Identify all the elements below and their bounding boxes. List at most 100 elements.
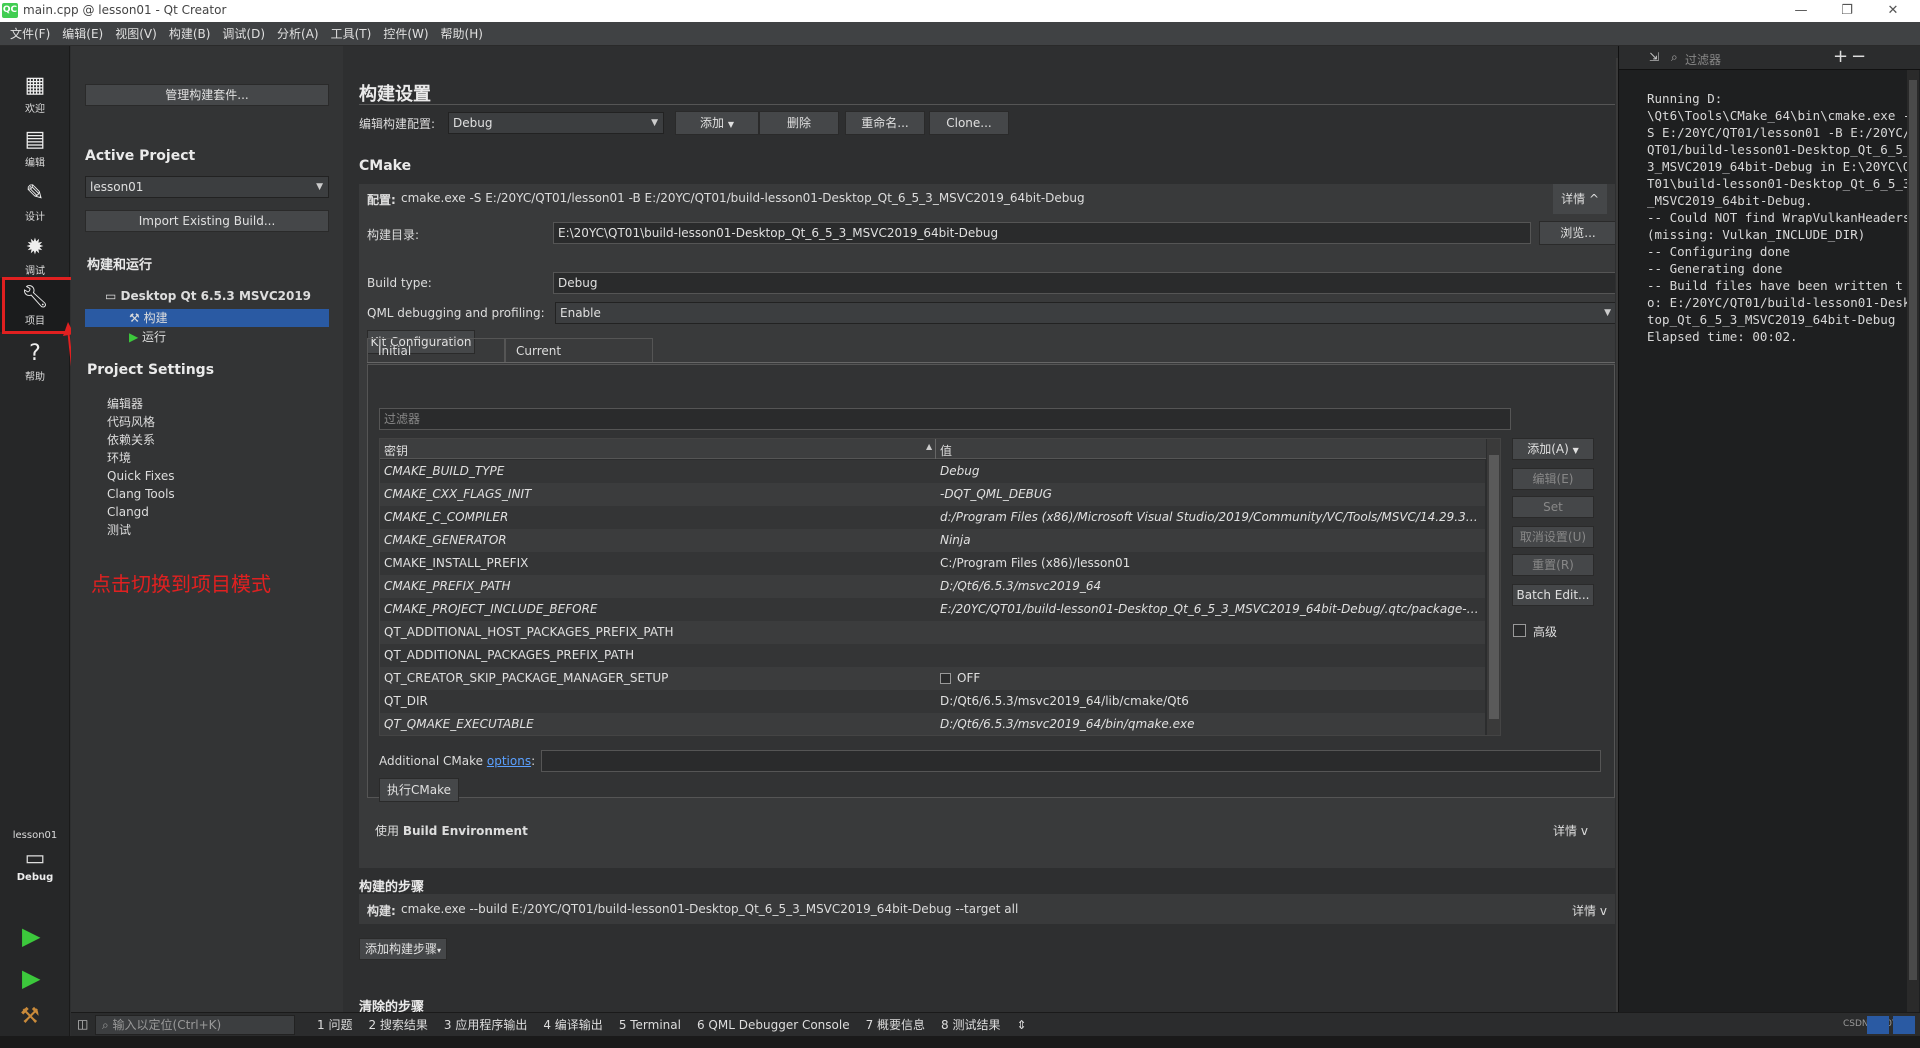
kit-selector[interactable]: ▭ Debug bbox=[0, 846, 70, 900]
clone-config-button[interactable]: Clone... bbox=[929, 111, 1009, 135]
more-tabs-icon[interactable]: ⇕ bbox=[1009, 1013, 1035, 1037]
table-row[interactable]: CMAKE_BUILD_TYPE Debug bbox=[380, 460, 1485, 483]
build-environment-header[interactable]: 使用 Build Environment bbox=[375, 822, 528, 839]
build-dir-input[interactable]: E:\20YC\QT01\build-lesson01-Desktop_Qt_6… bbox=[553, 222, 1531, 244]
menu-file[interactable]: 文件(F) bbox=[4, 22, 56, 46]
settings-item-clang-tools[interactable]: Clang Tools bbox=[107, 485, 379, 503]
tab-test-results[interactable]: 8 测试结果 bbox=[933, 1013, 1008, 1037]
variable-key: CMAKE_PROJECT_INCLUDE_BEFORE bbox=[384, 602, 598, 616]
active-project-combo[interactable]: lesson01 ▼ bbox=[85, 176, 329, 198]
menu-widgets[interactable]: 控件(W) bbox=[377, 22, 434, 46]
options-link[interactable]: options bbox=[487, 754, 531, 768]
scrollbar-thumb[interactable] bbox=[1489, 455, 1499, 719]
table-row[interactable]: CMAKE_INSTALL_PREFIX C:/Program Files (x8… bbox=[380, 552, 1485, 575]
close-button[interactable]: ✕ bbox=[1870, 0, 1916, 22]
edit-variable-button[interactable]: 编辑(E) bbox=[1512, 468, 1594, 490]
build-hammer-icon[interactable]: ⚒ bbox=[20, 1004, 40, 1029]
menu-help[interactable]: 帮助(H) bbox=[435, 22, 489, 46]
reset-variable-button[interactable]: 重置(R) bbox=[1512, 554, 1594, 576]
settings-item-code-style[interactable]: 代码风格 bbox=[107, 413, 379, 431]
tab-initial-configuration[interactable]: Initial Configuration bbox=[367, 338, 505, 382]
table-row[interactable]: CMAKE_CXX_FLAGS_INIT -DQT_QML_DEBUG bbox=[380, 483, 1485, 506]
table-row[interactable]: CMAKE_PROJECT_INCLUDE_BEFORE E:/20YC/QT01… bbox=[380, 598, 1485, 621]
table-scrollbar[interactable] bbox=[1487, 439, 1500, 735]
table-row[interactable]: QT_ADDITIONAL_HOST_PACKAGES_PREFIX_PATH bbox=[380, 621, 1485, 644]
settings-item-clangd[interactable]: Clangd bbox=[107, 503, 379, 521]
output-scrollbar[interactable] bbox=[1907, 70, 1919, 1012]
manage-kits-button[interactable]: 管理构建套件... bbox=[85, 84, 329, 106]
table-row[interactable]: CMAKE_PREFIX_PATH D:/Qt6/6.5.3/msvc2019_6… bbox=[380, 575, 1485, 598]
set-variable-button[interactable]: Set bbox=[1512, 496, 1594, 518]
settings-item-environment[interactable]: 环境 bbox=[107, 449, 379, 467]
add-variable-button[interactable]: 添加(A) ▼ bbox=[1512, 438, 1594, 460]
menu-analyze[interactable]: 分析(A) bbox=[271, 22, 325, 46]
menu-build[interactable]: 构建(B) bbox=[163, 22, 217, 46]
locator-input[interactable]: ⌕ 输入以定位(Ctrl+K) bbox=[95, 1015, 295, 1035]
tab-qml-debugger-console[interactable]: 6 QML Debugger Console bbox=[689, 1013, 858, 1037]
build-config-combo[interactable]: Debug ▼ bbox=[448, 112, 664, 134]
build-settings-item[interactable]: ⚒ 构建 bbox=[85, 309, 329, 327]
table-row[interactable]: QT_DIR D:/Qt6/6.5.3/msvc2019_64/lib/cmake… bbox=[380, 690, 1485, 713]
tab-application-output[interactable]: 3 应用程序输出 bbox=[436, 1013, 535, 1037]
maximize-button[interactable]: ❐ bbox=[1824, 0, 1870, 22]
environment-details-toggle[interactable]: 详情 v bbox=[1553, 822, 1588, 839]
table-row[interactable]: CMAKE_GENERATOR Ninja bbox=[380, 529, 1485, 552]
mode-welcome[interactable]: ▦ 欢迎 bbox=[0, 66, 70, 120]
value-checkbox[interactable] bbox=[940, 673, 951, 684]
tab-current-configuration[interactable]: Current Configuration bbox=[505, 338, 653, 382]
tab-general-messages[interactable]: 7 概要信息 bbox=[858, 1013, 933, 1037]
grid-icon: ▦ bbox=[24, 73, 46, 98]
rename-config-button[interactable]: 重命名... bbox=[845, 111, 925, 135]
remove-output-button[interactable]: − bbox=[1851, 46, 1866, 67]
import-build-button[interactable]: Import Existing Build... bbox=[85, 210, 329, 232]
sync-icon[interactable]: ⇲ bbox=[1649, 50, 1659, 64]
build-type-input[interactable]: Debug bbox=[553, 272, 1615, 294]
table-row[interactable]: QT_QMAKE_EXECUTABLE D:/Qt6/6.5.3/msvc2019… bbox=[380, 713, 1485, 735]
column-value[interactable]: 值 bbox=[940, 442, 952, 459]
tab-issues[interactable]: 1 问题 bbox=[309, 1013, 360, 1037]
mode-design[interactable]: ✎ 设计 bbox=[0, 174, 70, 228]
menu-tools[interactable]: 工具(T) bbox=[325, 22, 378, 46]
tab-compile-output[interactable]: 4 编译输出 bbox=[535, 1013, 610, 1037]
mode-debug[interactable]: ✹ 调试 bbox=[0, 228, 70, 282]
run-cmake-button[interactable]: 执行CMake bbox=[379, 778, 459, 802]
qml-debugging-combo[interactable]: Enable ▼ bbox=[555, 302, 1615, 324]
additional-options-input[interactable] bbox=[541, 750, 1601, 772]
title-bar: QC main.cpp @ lesson01 - Qt Creator — ❐ … bbox=[0, 0, 1920, 22]
run-icon[interactable]: ▶ bbox=[22, 922, 40, 950]
minimize-button[interactable]: — bbox=[1778, 0, 1824, 22]
delete-config-button[interactable]: 删除 bbox=[759, 111, 839, 135]
settings-item-quick-fixes[interactable]: Quick Fixes bbox=[107, 467, 379, 485]
debug-run-icon[interactable]: ▶ bbox=[22, 964, 40, 992]
output-pane-toggle-icon[interactable] bbox=[1867, 1016, 1889, 1034]
batch-edit-button[interactable]: Batch Edit... bbox=[1512, 584, 1594, 606]
table-row[interactable]: QT_ADDITIONAL_PACKAGES_PREFIX_PATH bbox=[380, 644, 1485, 667]
cmake-details-toggle[interactable]: 详情 ^ bbox=[1553, 184, 1607, 214]
right-pane-toggle-icon[interactable] bbox=[1893, 1016, 1915, 1034]
kit-item[interactable]: ▭ Desktop Qt 6.5.3 MSVC2019 6... bbox=[105, 287, 335, 321]
menu-edit[interactable]: 编辑(E) bbox=[56, 22, 109, 46]
unset-variable-button[interactable]: 取消设置(U) bbox=[1512, 526, 1594, 548]
build-step-details-toggle[interactable]: 详情 v bbox=[1572, 902, 1607, 919]
mode-edit[interactable]: ▤ 编辑 bbox=[0, 120, 70, 174]
add-build-step-button[interactable]: 添加构建步骤▾ bbox=[359, 938, 447, 960]
add-output-button[interactable]: + bbox=[1833, 46, 1848, 67]
menu-debug[interactable]: 调试(D) bbox=[216, 22, 271, 46]
table-row[interactable]: CMAKE_C_COMPILER d:/Program Files (x86)/M… bbox=[380, 506, 1485, 529]
advanced-checkbox[interactable] bbox=[1513, 624, 1526, 637]
browse-button[interactable]: 浏览... bbox=[1539, 221, 1615, 245]
run-settings-item[interactable]: ▶ 运行 bbox=[85, 328, 329, 346]
table-row[interactable]: QT_CREATOR_SKIP_PACKAGE_MANAGER_SETUP OFF bbox=[380, 667, 1485, 690]
add-config-button[interactable]: 添加 ▼ bbox=[675, 111, 759, 135]
settings-item-editor[interactable]: 编辑器 bbox=[107, 395, 379, 413]
tab-search-results[interactable]: 2 搜索结果 bbox=[360, 1013, 435, 1037]
scrollbar-thumb[interactable] bbox=[1909, 80, 1917, 980]
settings-item-testing[interactable]: 测试 bbox=[107, 521, 379, 539]
tab-terminal[interactable]: 5 Terminal bbox=[611, 1013, 689, 1037]
column-key[interactable]: 密钥 bbox=[384, 442, 408, 459]
menu-view[interactable]: 视图(V) bbox=[109, 22, 163, 46]
output-filter-input[interactable]: 过滤器 bbox=[1685, 51, 1721, 68]
settings-item-dependencies[interactable]: 依赖关系 bbox=[107, 431, 379, 449]
toggle-sidebar-icon[interactable]: ◫ bbox=[77, 1017, 88, 1031]
config-filter-input[interactable]: 过滤器 bbox=[379, 408, 1511, 430]
